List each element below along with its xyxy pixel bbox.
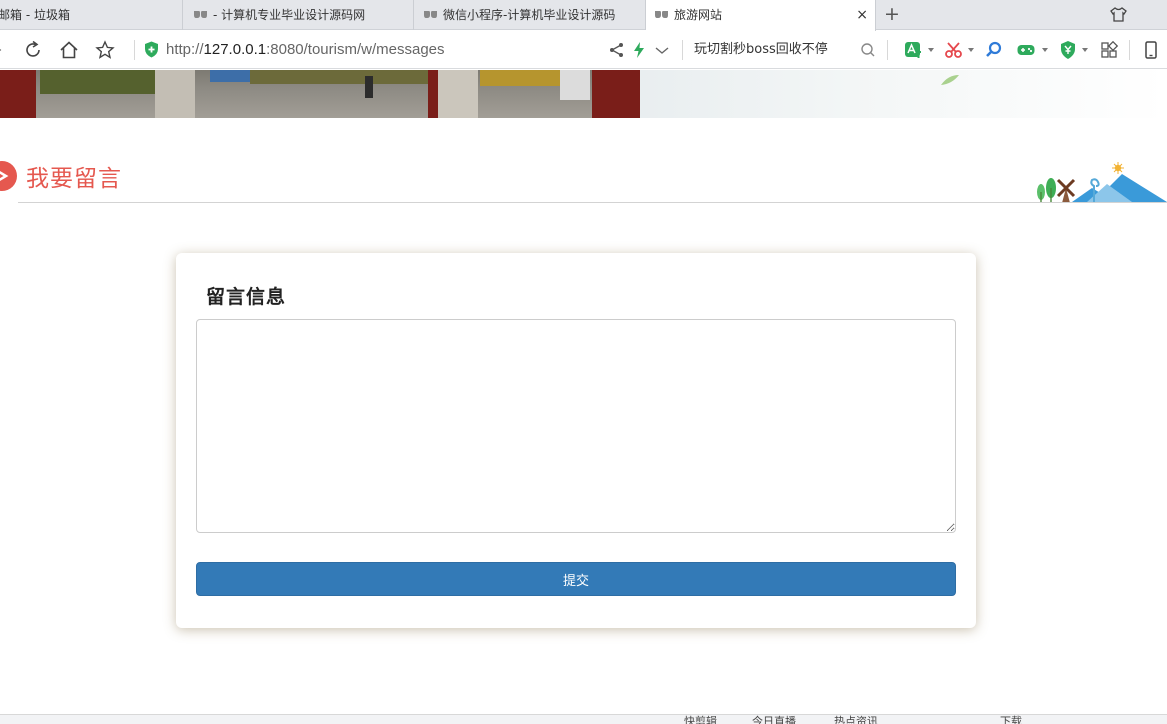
banner-car (210, 70, 250, 82)
browser-tab-bar: 邮箱 - 垃圾箱 - 计算机专业毕业设计源码网 微信小程序-计算机毕业设计源码 … (0, 0, 1167, 31)
wallet-shield-icon[interactable] (1058, 40, 1078, 60)
reload-icon[interactable] (23, 40, 43, 60)
section-badge-icon (0, 161, 17, 191)
submit-button[interactable]: 提交 (196, 562, 956, 596)
status-item-live[interactable]: 今日直播 (752, 716, 796, 724)
tab-wechat-miniprogram[interactable]: 微信小程序-计算机毕业设计源码 (414, 0, 646, 30)
search-icon[interactable] (858, 40, 878, 60)
status-item-quick-edit[interactable]: 快剪辑 (684, 716, 717, 724)
banner-trees (40, 70, 160, 94)
banner-pillar (0, 70, 36, 118)
search-suggestion[interactable]: 玩切割秒boss回收不停 (694, 31, 828, 69)
divider (1129, 40, 1130, 60)
banner-lion-statue (155, 70, 195, 118)
url-host: 127.0.0.1 (203, 41, 267, 58)
mask-icon (655, 11, 668, 18)
magnifier-icon[interactable] (984, 40, 1004, 60)
browser-address-bar: http://127.0.0.1:8080/tourism/w/messages… (0, 31, 1167, 69)
url-path: :8080/tourism/w/messages (266, 41, 445, 58)
bookmark-star-icon[interactable] (95, 40, 115, 60)
lightning-icon[interactable] (629, 40, 649, 60)
new-tab-button[interactable]: + (884, 4, 900, 24)
tab-title: 微信小程序-计算机毕业设计源码 (443, 8, 616, 22)
forward-icon[interactable] (0, 40, 6, 60)
form-title: 留言信息 (206, 286, 287, 308)
browser-status-bar: 快剪辑 今日直播 热点资讯 下载 (0, 714, 1167, 724)
tab-title: 旅游网站 (674, 8, 723, 22)
tab-tourism-site[interactable]: 旅游网站 × (646, 0, 876, 31)
scenery-decoration-icon (1037, 162, 1167, 203)
tab-title: - 计算机专业毕业设计源码网 (213, 8, 366, 22)
chevron-down-icon[interactable] (652, 40, 672, 60)
scissors-icon[interactable] (944, 40, 964, 60)
header-banner-image (0, 70, 1167, 118)
tab-title: 邮箱 - 垃圾箱 (0, 8, 70, 22)
apps-grid-icon[interactable] (1099, 40, 1119, 60)
divider (682, 40, 683, 60)
tab-source-code[interactable]: - 计算机专业毕业设计源码网 (183, 0, 414, 30)
gamepad-icon[interactable] (1016, 40, 1036, 60)
banner-pillar (592, 70, 640, 118)
section-divider (18, 202, 1167, 203)
message-form-card: 留言信息 提交 (176, 253, 976, 628)
home-icon[interactable] (59, 40, 79, 60)
section-header: 我要留言 (0, 150, 1167, 203)
url-field[interactable]: http://127.0.0.1:8080/tourism/w/messages (166, 31, 445, 69)
banner-trees (250, 70, 430, 84)
share-icon[interactable] (607, 40, 627, 60)
banner-person (365, 76, 373, 98)
secure-shield-icon[interactable] (144, 41, 159, 58)
banner-lion-statue (438, 70, 478, 118)
mobile-icon[interactable] (1141, 40, 1161, 60)
divider (134, 40, 135, 60)
chevron-down-icon[interactable] (968, 48, 974, 52)
banner-pillar (428, 70, 438, 118)
url-scheme: http:// (166, 41, 204, 58)
status-item-news[interactable]: 热点资讯 (834, 716, 878, 724)
status-item-download[interactable]: 下载 (1000, 716, 1022, 724)
chevron-down-icon[interactable] (928, 48, 934, 52)
banner-sky (640, 70, 1167, 118)
close-tab-icon[interactable]: × (856, 0, 868, 30)
chevron-down-icon[interactable] (1042, 48, 1048, 52)
tab-mail[interactable]: 邮箱 - 垃圾箱 (0, 0, 183, 30)
message-textarea[interactable] (196, 319, 956, 533)
translate-icon[interactable] (903, 40, 923, 60)
banner-sign (560, 70, 590, 100)
leaf-icon (941, 75, 959, 85)
mask-icon (194, 11, 207, 18)
skin-icon[interactable] (1110, 6, 1127, 23)
section-title: 我要留言 (26, 166, 122, 192)
chevron-down-icon[interactable] (1082, 48, 1088, 52)
divider (887, 40, 888, 60)
mask-icon (424, 11, 437, 18)
